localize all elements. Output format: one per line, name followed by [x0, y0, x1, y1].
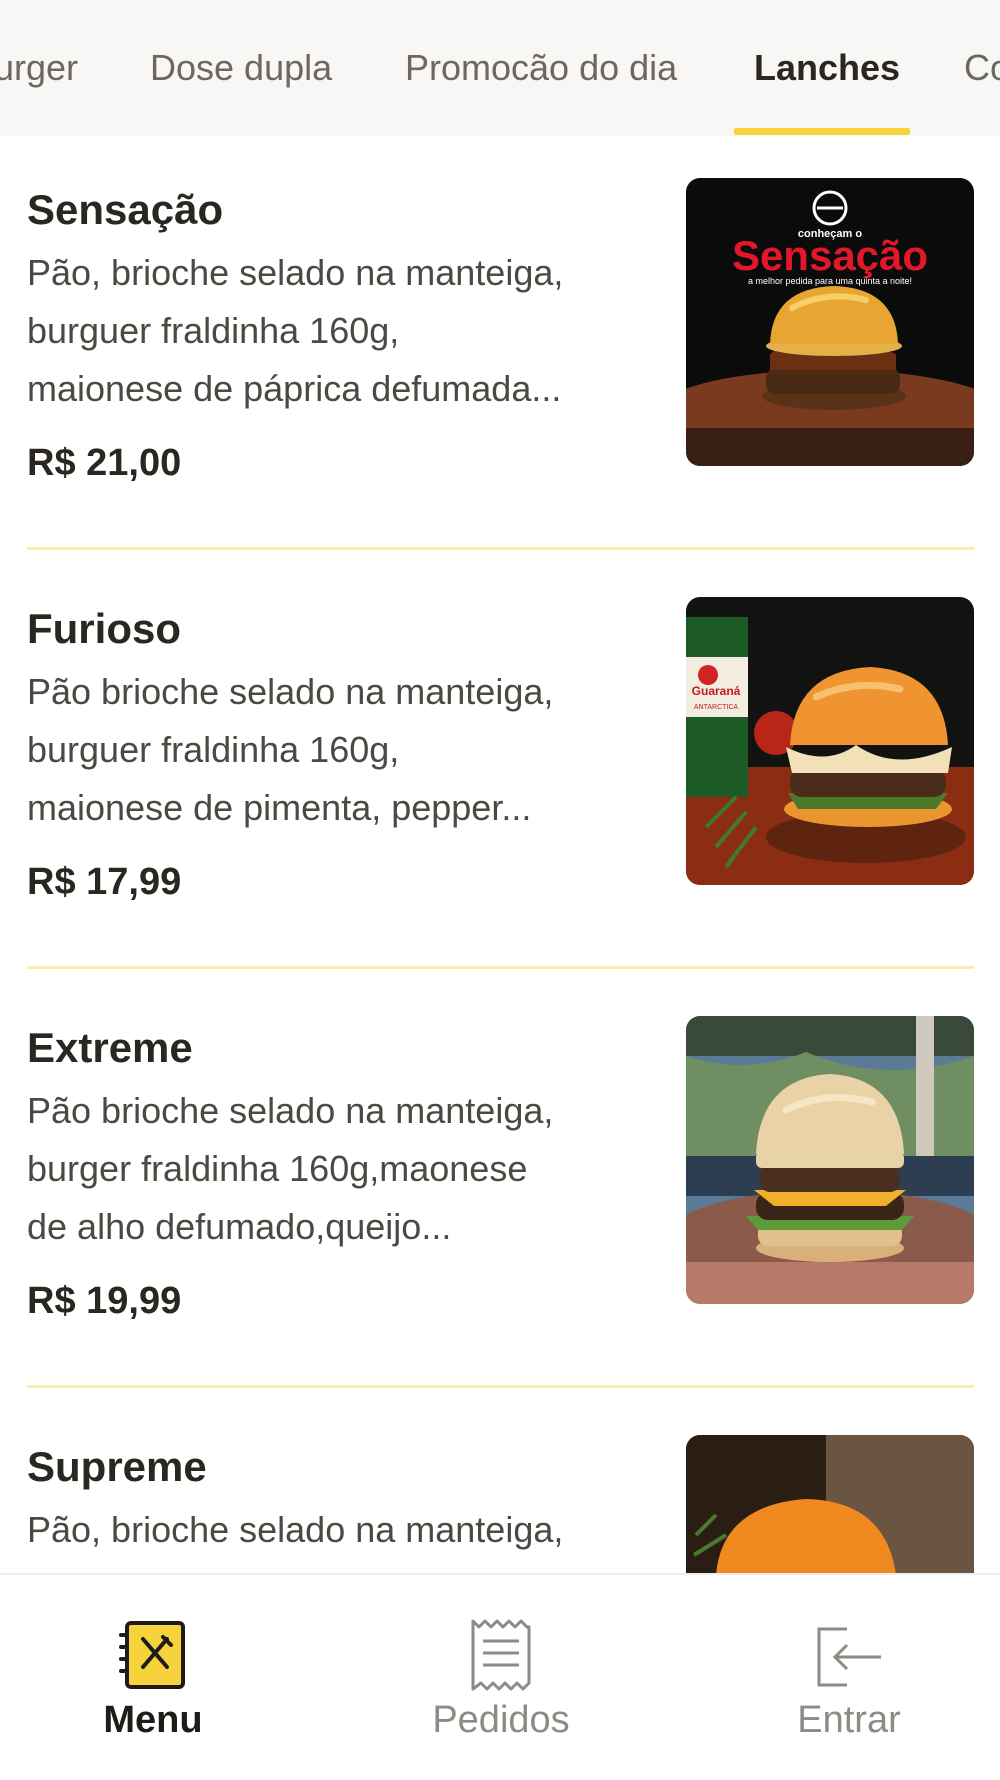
product-price: R$ 17,99	[27, 861, 182, 903]
product-card-supreme[interactable]: Supreme Pão, brioche selado na manteiga,	[0, 1393, 1000, 1573]
product-description-line: burguer fraldinha 160g,	[27, 310, 400, 351]
product-price: R$ 21,00	[27, 442, 182, 484]
category-tab-bar: urger Dose dupla Promocão do dia Lanches…	[0, 0, 1000, 136]
divider	[27, 1385, 974, 1388]
product-image[interactable]: Guaraná ANTARCTICA	[686, 597, 974, 885]
product-card-extreme[interactable]: Extreme Pão brioche selado na manteiga, …	[0, 974, 1000, 1393]
product-description-line: Pão, brioche selado na manteiga,	[27, 1509, 564, 1550]
product-name: Supreme	[27, 1443, 207, 1490]
product-description-line: burguer fraldinha 160g,	[27, 729, 400, 770]
product-description-line: Pão, brioche selado na manteiga,	[27, 252, 564, 293]
product-image[interactable]	[686, 1016, 974, 1304]
nav-entrar[interactable]: Entrar	[729, 1575, 969, 1780]
tab-lanches[interactable]: Lanches	[754, 44, 900, 92]
product-description-line: de alho defumado,queijo...	[27, 1206, 452, 1247]
product-name: Furioso	[27, 605, 181, 652]
can-brand-subtext: ANTARCTICA	[694, 704, 739, 711]
nav-pedidos[interactable]: Pedidos	[381, 1575, 621, 1780]
divider	[27, 547, 974, 550]
product-description: Pão, brioche selado na manteiga, burguer…	[27, 244, 657, 418]
product-description-line: burger fraldinha 160g,maonese	[27, 1148, 528, 1189]
product-description-line: Pão brioche selado na manteiga,	[27, 671, 554, 712]
product-description: Pão brioche selado na manteiga, burger f…	[27, 1082, 657, 1256]
product-image[interactable]	[686, 1435, 974, 1573]
tab-burger[interactable]: urger	[0, 44, 78, 92]
product-description: Pão brioche selado na manteiga, burguer …	[27, 663, 657, 837]
product-description-line: maionese de pimenta, pepper...	[27, 787, 532, 828]
tab-combos[interactable]: Co	[964, 44, 1000, 92]
product-card-furioso[interactable]: Furioso Pão brioche selado na manteiga, …	[0, 555, 1000, 974]
bottom-navigation: Menu Pedidos Entrar	[0, 1573, 1000, 1780]
poster-headline: Sensação	[732, 232, 928, 279]
nav-menu[interactable]: Menu	[33, 1575, 273, 1780]
poster-tagline: a melhor pedida para uma quinta a noite!	[748, 276, 912, 286]
product-name: Sensação	[27, 186, 224, 233]
tab-dose-dupla[interactable]: Dose dupla	[150, 44, 332, 92]
product-image[interactable]: conheçam o Sensação a melhor pedida para…	[686, 178, 974, 466]
product-card-sensacao[interactable]: Sensação Pão, brioche selado na manteiga…	[0, 136, 1000, 555]
product-price: R$ 19,99	[27, 1280, 182, 1322]
active-tab-indicator	[734, 128, 910, 135]
tab-promocao-do-dia[interactable]: Promocão do dia	[405, 44, 677, 92]
receipt-icon	[471, 1619, 531, 1691]
nav-label-pedidos: Pedidos	[432, 1699, 570, 1741]
divider	[27, 966, 974, 969]
product-description: Pão, brioche selado na manteiga,	[27, 1501, 657, 1559]
menu-book-icon	[119, 1621, 185, 1689]
can-brand-text: Guaraná	[692, 684, 741, 698]
product-description-line: maionese de páprica defumada...	[27, 368, 562, 409]
login-icon	[817, 1627, 881, 1687]
product-description-line: Pão brioche selado na manteiga,	[27, 1090, 554, 1131]
product-list: Sensação Pão, brioche selado na manteiga…	[0, 136, 1000, 1573]
nav-label-entrar: Entrar	[797, 1699, 901, 1741]
product-name: Extreme	[27, 1024, 193, 1071]
nav-label-menu: Menu	[103, 1699, 203, 1741]
